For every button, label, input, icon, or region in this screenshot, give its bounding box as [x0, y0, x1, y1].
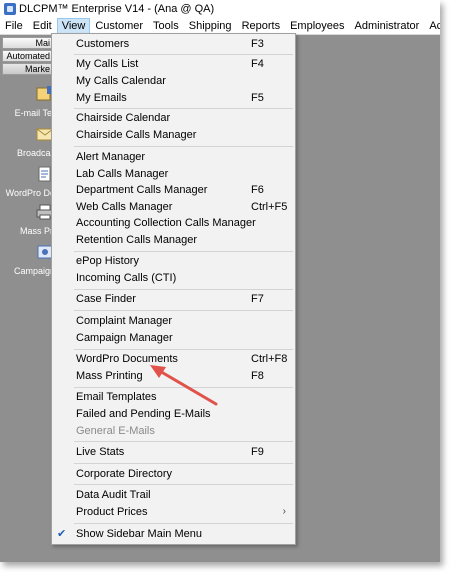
sidebar-item-campaign[interactable]: Campaign	[0, 266, 55, 276]
menu-separator	[74, 463, 293, 464]
sidebar-item-wordpro-documents[interactable]: WordPro Do	[0, 188, 55, 198]
menu-item-wordpro-documents[interactable]: WordPro Documents Ctrl+F8	[52, 351, 295, 367]
menu-item-mass-printing[interactable]: Mass Printing F8	[52, 368, 295, 384]
menu-item-chairside-calendar[interactable]: Chairside Calendar	[52, 110, 295, 126]
menu-separator	[74, 251, 293, 252]
menu-shipping[interactable]: Shipping	[184, 18, 237, 35]
menu-separator	[74, 387, 293, 388]
menu-item-email-templates[interactable]: Email Templates	[52, 389, 295, 405]
menu-item-my-calls-list[interactable]: My Calls List F4	[52, 56, 295, 72]
menu-separator	[74, 523, 293, 524]
sidebar-tab-automated[interactable]: Automated	[2, 50, 53, 62]
menu-item-incoming-calls-cti[interactable]: Incoming Calls (CTI)	[52, 270, 295, 286]
menu-view[interactable]: View	[56, 17, 91, 35]
menu-separator	[74, 108, 293, 109]
sidebar-item-email-templates[interactable]: E-mail Ter	[0, 108, 55, 118]
app-window: DLCPM™ Enterprise V14 - (Ana @ QA) File …	[0, 0, 440, 562]
menu-item-failed-and-pending-emails[interactable]: Failed and Pending E-Mails	[52, 406, 295, 422]
menu-item-corporate-directory[interactable]: Corporate Directory	[52, 466, 295, 482]
menu-customer[interactable]: Customer	[90, 18, 148, 35]
menu-reports[interactable]: Reports	[237, 18, 286, 35]
menu-item-accounting-collection-calls-manager[interactable]: Accounting Collection Calls Manager	[52, 215, 295, 231]
submenu-arrow-icon: ›	[282, 506, 286, 517]
menu-item-lab-calls-manager[interactable]: Lab Calls Manager	[52, 166, 295, 182]
menu-item-department-calls-manager[interactable]: Department Calls Manager F6	[52, 182, 295, 198]
menu-employees[interactable]: Employees	[285, 18, 349, 35]
menu-item-data-audit-trail[interactable]: Data Audit Trail	[52, 487, 295, 503]
menu-item-show-sidebar-main-menu[interactable]: ✔ Show Sidebar Main Menu	[52, 526, 295, 542]
title-bar: DLCPM™ Enterprise V14 - (Ana @ QA)	[0, 0, 440, 18]
checkmark-icon: ✔	[57, 528, 67, 540]
sidebar: Mai Automated Marke E-mail Ter Broadcas …	[0, 36, 55, 562]
menu-separator	[74, 54, 293, 55]
menu-item-epop-history[interactable]: ePop History	[52, 253, 295, 269]
view-menu-dropdown: Customers F3 My Calls List F4 My Calls Cal…	[51, 33, 296, 545]
menu-item-my-calls-calendar[interactable]: My Calls Calendar	[52, 73, 295, 89]
menu-item-campaign-manager[interactable]: Campaign Manager	[52, 330, 295, 346]
menu-item-live-stats[interactable]: Live Stats F9	[52, 444, 295, 460]
menu-separator	[74, 441, 293, 442]
menu-separator	[74, 146, 293, 147]
menu-separator	[74, 349, 293, 350]
menu-file[interactable]: File	[0, 18, 28, 35]
menu-item-complaint-manager[interactable]: Complaint Manager	[52, 313, 295, 329]
menu-item-case-finder[interactable]: Case Finder F7	[52, 291, 295, 307]
menu-item-web-calls-manager[interactable]: Web Calls Manager Ctrl+F5	[52, 199, 295, 215]
menu-item-chairside-calls-manager[interactable]: Chairside Calls Manager	[52, 127, 295, 143]
menu-edit[interactable]: Edit	[28, 18, 57, 35]
menu-item-my-emails[interactable]: My Emails F5	[52, 90, 295, 106]
menu-item-product-prices[interactable]: Product Prices ›	[52, 504, 295, 520]
app-icon	[4, 3, 16, 15]
menu-administrator[interactable]: Administrator	[350, 18, 425, 35]
sidebar-item-mass-printing[interactable]: Mass Pri	[0, 226, 55, 236]
menu-separator	[74, 310, 293, 311]
sidebar-item-broadcast[interactable]: Broadcas	[0, 148, 55, 158]
menu-accounting[interactable]: Accounting	[424, 18, 440, 35]
sidebar-tab-main[interactable]: Mai	[2, 37, 53, 49]
menu-item-retention-calls-manager[interactable]: Retention Calls Manager	[52, 232, 295, 248]
window-title: DLCPM™ Enterprise V14 - (Ana @ QA)	[19, 3, 215, 15]
menu-item-general-emails: General E-Mails	[76, 425, 155, 437]
sidebar-tab-marketing[interactable]: Marke	[2, 63, 53, 75]
menu-tools[interactable]: Tools	[148, 18, 184, 35]
menu-separator	[74, 484, 293, 485]
menu-separator	[74, 289, 293, 290]
menu-item-alert-manager[interactable]: Alert Manager	[52, 149, 295, 165]
menu-item-customers[interactable]: Customers F3	[52, 36, 295, 52]
